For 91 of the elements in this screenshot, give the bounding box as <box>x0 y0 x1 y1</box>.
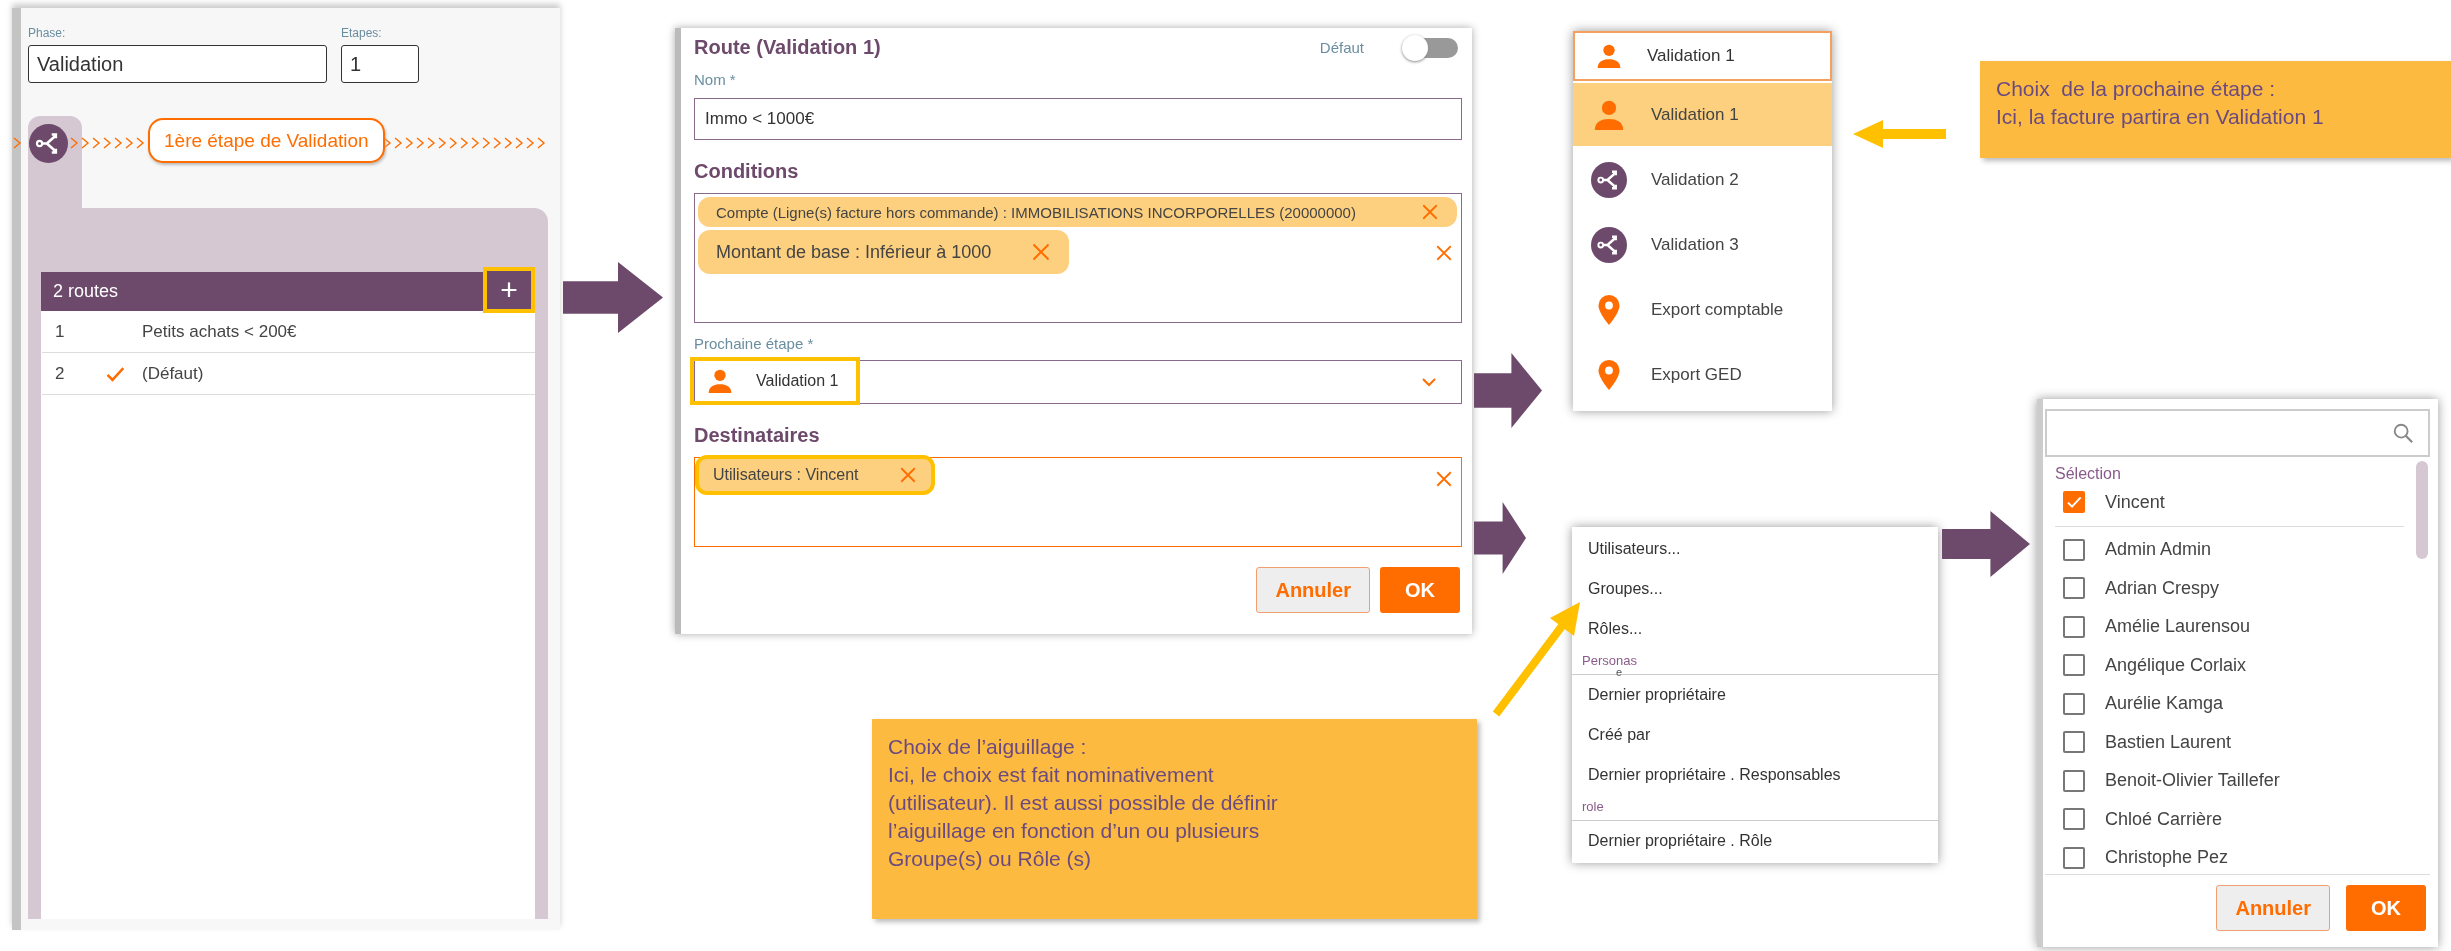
checkbox[interactable] <box>2063 846 2085 869</box>
clear-icon[interactable] <box>1435 470 1453 488</box>
branch-icon <box>1591 226 1627 263</box>
person-icon <box>1594 99 1624 130</box>
route-row[interactable]: 2 (Défaut) <box>42 353 535 395</box>
user-name: Benoit-Olivier Taillefer <box>2105 770 2280 792</box>
dropdown-option[interactable]: Validation 1 <box>1573 83 1832 146</box>
block-arrow-icon <box>563 262 663 333</box>
pointer-arrow-icon <box>1492 600 1582 718</box>
route-row[interactable]: 1 Petits achats < 200€ <box>42 311 535 353</box>
menu-item[interactable]: Rôles... <box>1572 609 1938 649</box>
dropdown-field[interactable]: Validation 1 <box>1573 31 1832 81</box>
branch-icon <box>1591 161 1627 198</box>
checkbox[interactable] <box>2063 808 2085 831</box>
block-arrow-icon <box>1474 502 1526 574</box>
tag-text: Montant de base : Inférieur à 1000 <box>716 241 992 263</box>
recipients-field[interactable]: Utilisateurs : Vincent <box>694 457 1462 547</box>
block-arrow-icon <box>1942 511 2030 577</box>
select-value: Validation 1 <box>756 371 839 390</box>
steps-input[interactable]: 1 <box>341 45 419 83</box>
user-name: Angélique Corlaix <box>2105 654 2247 676</box>
menu-item[interactable]: Dernier propriétaire . Rôle <box>1572 821 1938 861</box>
menu-item[interactable]: Utilisateurs... <box>1572 529 1938 569</box>
dialog-title: Route (Validation 1) <box>694 36 881 59</box>
group-label: role <box>1582 799 1604 814</box>
field-value: Validation 1 <box>1647 46 1735 66</box>
dropdown-option[interactable]: Export comptable <box>1573 278 1832 341</box>
checkbox[interactable] <box>2063 692 2085 715</box>
add-button[interactable]: + <box>483 266 535 313</box>
toggle-label: Défaut <box>1319 39 1364 56</box>
dropdown-option[interactable]: Export GED <box>1573 343 1832 406</box>
user-name: Aurélie Kamga <box>2105 693 2224 715</box>
section-label: Sélection <box>2055 465 2122 483</box>
branch-node-icon <box>29 124 68 163</box>
dropdown-option[interactable]: Validation 3 <box>1573 213 1832 276</box>
menu-item[interactable]: Groupes... <box>1572 569 1938 609</box>
check-icon <box>2066 494 2082 511</box>
option-text: Validation 1 <box>1651 104 1739 125</box>
user-name: Admin Admin <box>2105 539 2212 561</box>
scrollbar-thumb[interactable] <box>2416 461 2428 559</box>
search-field[interactable] <box>2045 409 2430 457</box>
row-number: 1 <box>54 321 66 342</box>
field-label: Nom * <box>694 71 737 88</box>
person-icon <box>1597 44 1621 68</box>
tag-text: Compte (Ligne(s) facture hors commande) : IMMOBILISATIONS INCORPORELLES (20000000) <box>716 203 1356 221</box>
callout-note: Choix de la prochaine étape : Ici, la facture partira en Validation 1 <box>1980 61 2451 158</box>
person-icon <box>708 368 732 393</box>
user-name: Amélie Laurensou <box>2105 616 2251 638</box>
name-input[interactable]: Immo < 1000€ <box>694 98 1462 140</box>
checkbox[interactable] <box>2063 654 2085 677</box>
callout-note: Choix de l’aiguillage : Ici, le choix est fait nominativement (utilisateur). Il est aussi possible de définir l’aiguillage en fonction d’un ou plusieurs Groupe(s) ou Rôle (s) <box>872 719 1477 919</box>
clear-icon[interactable] <box>1435 244 1453 262</box>
section-title: Conditions <box>694 160 800 183</box>
step-badge: 1ère étape de Validation <box>148 118 385 163</box>
block-arrow-icon <box>1474 353 1542 428</box>
tag-text: Utilisateurs : Vincent <box>713 466 859 484</box>
user-name: Bastien Laurent <box>2105 731 2232 753</box>
field-label: Phase: <box>28 26 67 40</box>
user-name: Adrian Crespy <box>2105 577 2220 599</box>
menu-item[interactable]: Dernier propriétaire . Responsables <box>1572 755 1938 795</box>
stray-text: e <box>1616 666 1623 678</box>
chevron-down-icon <box>1421 377 1437 387</box>
checkbox[interactable] <box>2063 731 2085 754</box>
user-name: Vincent <box>2105 491 2165 513</box>
search-icon <box>2392 422 2414 444</box>
route-name: (Défaut) <box>142 363 204 384</box>
option-text: Export GED <box>1651 364 1742 385</box>
checkbox[interactable] <box>2063 577 2085 600</box>
checkbox[interactable] <box>2063 538 2085 561</box>
section-title: Destinataires <box>694 424 821 447</box>
field-label: Etapes: <box>341 26 383 40</box>
user-name: Chloé Carrière <box>2105 808 2223 830</box>
menu-item[interactable]: Dernier propriétaire <box>1572 675 1938 715</box>
dropdown-option[interactable]: Validation 2 <box>1573 148 1832 211</box>
option-text: Validation 3 <box>1651 234 1739 255</box>
row-number: 2 <box>54 363 66 384</box>
routes-count: 2 routes <box>53 281 119 302</box>
field-label: Prochaine étape * <box>694 335 815 352</box>
pointer-arrow-icon <box>1853 120 1946 148</box>
menu-item[interactable]: Créé par <box>1572 715 1938 755</box>
conditions-field[interactable]: Compte (Ligne(s) facture hors commande) : IMMOBILISATIONS INCORPORELLES (20000000) Montant de base : Inférieur à 1000 <box>694 193 1462 323</box>
option-text: Validation 2 <box>1651 169 1739 190</box>
default-toggle[interactable] <box>1404 37 1458 58</box>
phase-input[interactable]: Validation <box>28 45 327 83</box>
route-name: Petits achats < 200€ <box>142 321 297 342</box>
checkbox[interactable] <box>2063 769 2085 792</box>
checkbox[interactable] <box>2063 491 2085 514</box>
user-name: Christophe Pez <box>2105 847 2229 869</box>
option-text: Export comptable <box>1651 299 1784 320</box>
checkbox[interactable] <box>2063 615 2085 638</box>
group-label: Personas <box>1582 653 1637 668</box>
